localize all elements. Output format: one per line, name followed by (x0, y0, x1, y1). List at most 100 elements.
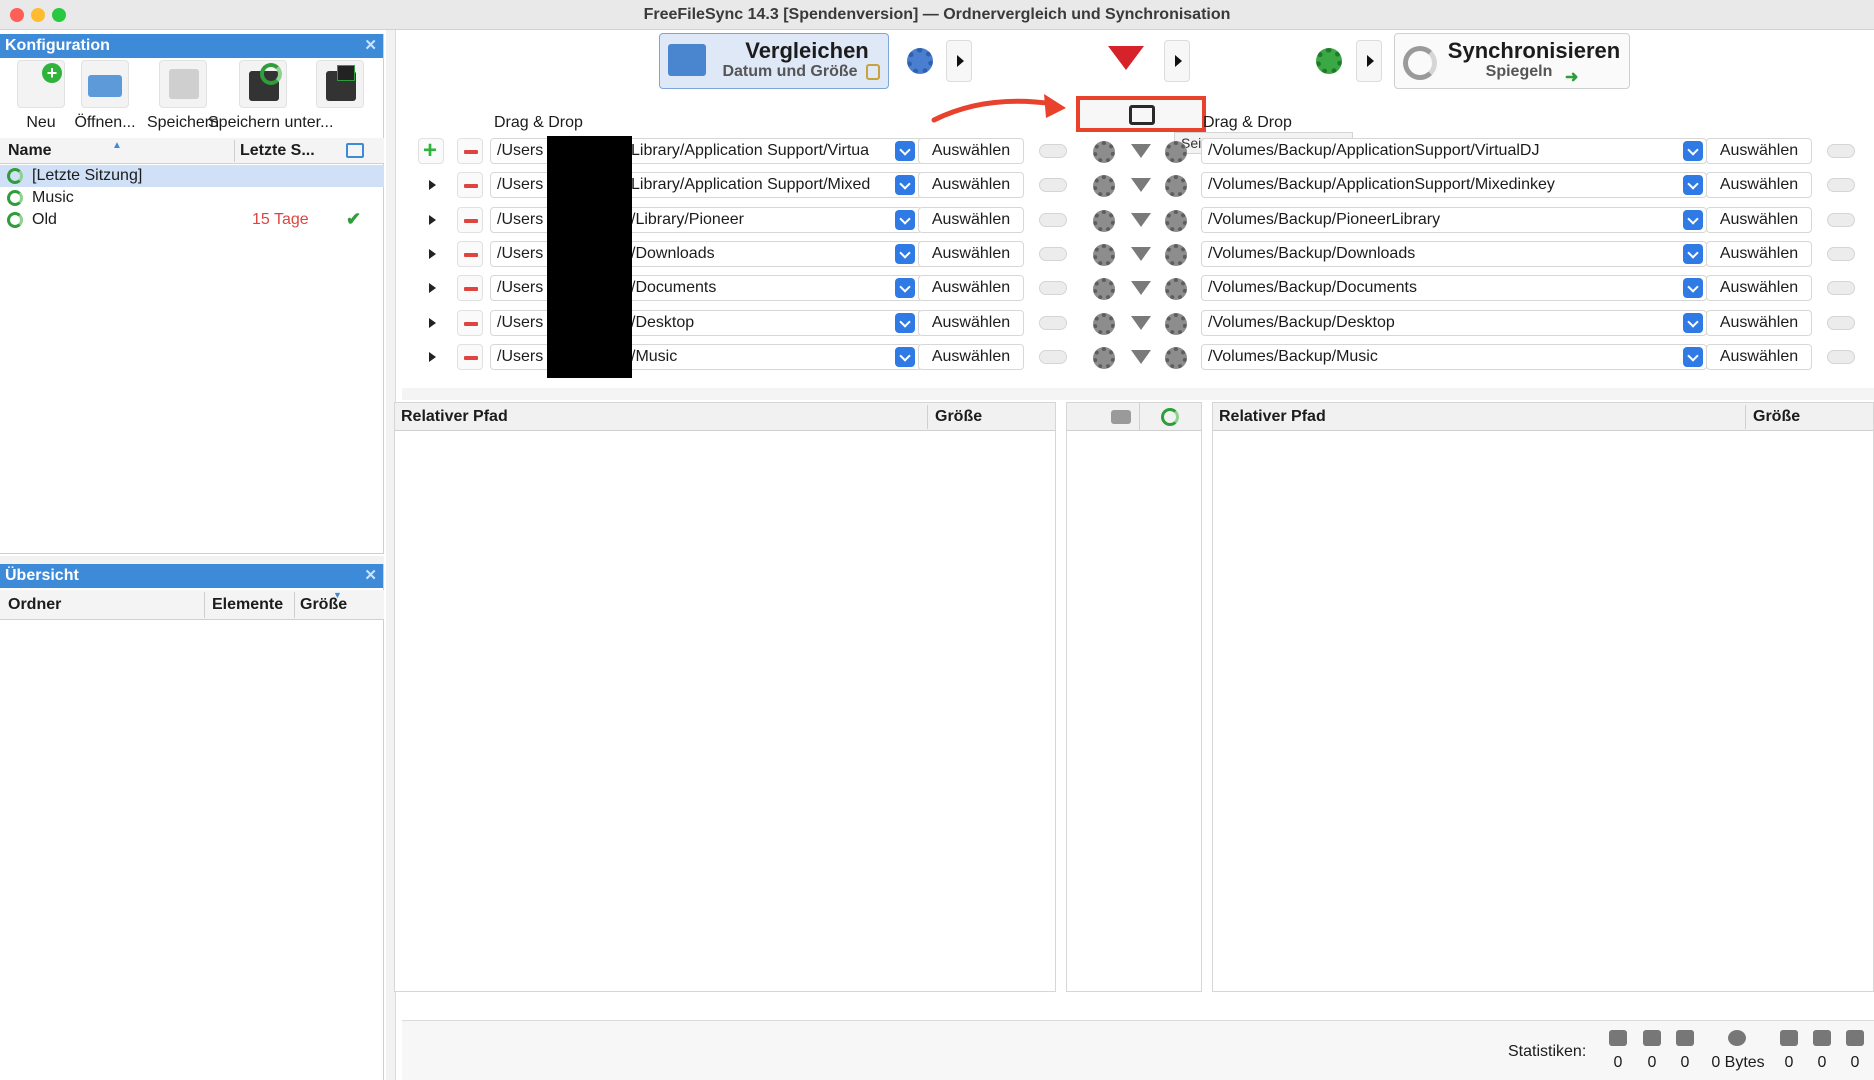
filter-funnel-icon[interactable] (1131, 281, 1151, 295)
left-size-header[interactable]: Größe (935, 408, 982, 426)
right-folder-path-input[interactable]: /Volumes/Backup/ApplicationSupport/Mixed… (1201, 172, 1707, 198)
expand-row-icon[interactable] (429, 180, 436, 190)
left-choose-folder-button[interactable]: Auswählen (918, 138, 1024, 164)
config-item[interactable]: [Letzte Sitzung] (0, 165, 384, 187)
compare-config-gear-icon[interactable] (1093, 244, 1115, 266)
right-cloud-icon[interactable] (1827, 281, 1855, 295)
left-path-history-dropdown[interactable] (895, 313, 915, 333)
right-path-history-dropdown[interactable] (1683, 141, 1703, 161)
right-size-header[interactable]: Größe (1753, 408, 1800, 426)
right-path-history-dropdown[interactable] (1683, 347, 1703, 367)
sync-config-gear-icon[interactable] (1165, 278, 1187, 300)
left-relative-path-header[interactable]: Relativer Pfad (401, 408, 508, 426)
remove-folder-pair-button[interactable] (457, 138, 483, 164)
remove-folder-pair-button[interactable] (457, 275, 483, 301)
name-column-header[interactable]: Name (8, 142, 52, 160)
sync-config-gear-icon[interactable] (1165, 141, 1187, 163)
right-choose-folder-button[interactable]: Auswählen (1706, 310, 1812, 336)
right-path-history-dropdown[interactable] (1683, 244, 1703, 264)
filter-options-dropdown[interactable] (1164, 40, 1190, 82)
right-choose-folder-button[interactable]: Auswählen (1706, 344, 1812, 370)
compare-button[interactable]: Vergleichen Datum und Größe (659, 33, 889, 89)
folder-column-header[interactable]: Ordner (8, 596, 61, 614)
right-choose-folder-button[interactable]: Auswählen (1706, 275, 1812, 301)
filter-funnel-icon[interactable] (1131, 144, 1151, 158)
left-cloud-icon[interactable] (1039, 247, 1067, 261)
expand-row-icon[interactable] (429, 318, 436, 328)
sync-config-gear-icon[interactable] (1165, 210, 1187, 232)
right-choose-folder-button[interactable]: Auswählen (1706, 241, 1812, 267)
pairs-grid-splitter[interactable] (402, 388, 1874, 400)
column-settings-icon[interactable] (346, 143, 364, 158)
right-cloud-icon[interactable] (1827, 144, 1855, 158)
remove-folder-pair-button[interactable] (457, 172, 483, 198)
right-path-history-dropdown[interactable] (1683, 278, 1703, 298)
right-path-history-dropdown[interactable] (1683, 313, 1703, 333)
camera-icon[interactable] (1111, 410, 1131, 424)
right-folder-path-input[interactable]: /Volumes/Backup/ApplicationSupport/Virtu… (1201, 138, 1707, 164)
left-cloud-icon[interactable] (1039, 144, 1067, 158)
left-file-grid[interactable]: Relativer Pfad Größe (394, 402, 1056, 992)
left-cloud-icon[interactable] (1039, 178, 1067, 192)
left-choose-folder-button[interactable]: Auswählen (918, 241, 1024, 267)
items-column-header[interactable]: Elemente (212, 596, 283, 614)
right-path-history-dropdown[interactable] (1683, 175, 1703, 195)
compare-config-gear-icon[interactable] (1093, 175, 1115, 197)
right-file-grid[interactable]: Relativer Pfad Größe (1212, 402, 1874, 992)
expand-row-icon[interactable] (429, 352, 436, 362)
left-cloud-icon[interactable] (1039, 213, 1067, 227)
filter-funnel-icon[interactable] (1131, 178, 1151, 192)
save-batch-config-button[interactable] (306, 60, 374, 114)
right-choose-folder-button[interactable]: Auswählen (1706, 138, 1812, 164)
right-folder-path-input[interactable]: /Volumes/Backup/Documents (1201, 275, 1707, 301)
remove-folder-pair-button[interactable] (457, 241, 483, 267)
expand-row-icon[interactable] (429, 215, 436, 225)
right-folder-path-input[interactable]: /Volumes/Backup/Desktop (1201, 310, 1707, 336)
compare-config-gear-icon[interactable] (1093, 313, 1115, 335)
left-cloud-icon[interactable] (1039, 350, 1067, 364)
new-config-button[interactable]: + Neu (8, 60, 74, 132)
remove-folder-pair-button[interactable] (457, 310, 483, 336)
expand-row-icon[interactable] (429, 249, 436, 259)
right-folder-path-input[interactable]: /Volumes/Backup/Downloads (1201, 241, 1707, 267)
right-cloud-icon[interactable] (1827, 178, 1855, 192)
compare-config-gear-icon[interactable] (1093, 278, 1115, 300)
right-folder-path-input[interactable]: /Volumes/Backup/Music (1201, 344, 1707, 370)
right-cloud-icon[interactable] (1827, 247, 1855, 261)
left-choose-folder-button[interactable]: Auswählen (918, 172, 1024, 198)
swap-sides-button[interactable] (1076, 96, 1206, 132)
right-cloud-icon[interactable] (1827, 350, 1855, 364)
filter-funnel-icon[interactable] (1108, 46, 1144, 70)
right-path-history-dropdown[interactable] (1683, 210, 1703, 230)
left-path-history-dropdown[interactable] (895, 175, 915, 195)
panel-splitter[interactable] (0, 556, 384, 564)
compare-config-gear-icon[interactable] (1093, 141, 1115, 163)
compare-options-dropdown[interactable] (946, 40, 972, 82)
right-relative-path-header[interactable]: Relativer Pfad (1219, 408, 1326, 426)
synchronize-button[interactable]: Synchronisieren Spiegeln ➜ (1394, 33, 1630, 89)
filter-funnel-icon[interactable] (1131, 316, 1151, 330)
compare-settings-gear-icon[interactable] (907, 48, 933, 74)
left-path-history-dropdown[interactable] (895, 244, 915, 264)
sync-config-gear-icon[interactable] (1165, 244, 1187, 266)
sync-config-gear-icon[interactable] (1165, 175, 1187, 197)
close-icon[interactable]: ✕ (364, 36, 377, 54)
filter-funnel-icon[interactable] (1131, 350, 1151, 364)
remove-folder-pair-button[interactable] (457, 207, 483, 233)
left-cloud-icon[interactable] (1039, 316, 1067, 330)
left-path-history-dropdown[interactable] (895, 141, 915, 161)
left-path-history-dropdown[interactable] (895, 210, 915, 230)
sync-config-gear-icon[interactable] (1165, 347, 1187, 369)
left-cloud-icon[interactable] (1039, 281, 1067, 295)
sync-settings-gear-icon[interactable] (1316, 48, 1342, 74)
sync-action-icon[interactable] (1161, 408, 1179, 426)
save-sync-config-button[interactable]: Speichern unter... (208, 60, 333, 132)
right-choose-folder-button[interactable]: Auswählen (1706, 207, 1812, 233)
add-folder-pair-button[interactable]: + (418, 137, 444, 164)
filter-funnel-icon[interactable] (1131, 247, 1151, 261)
compare-config-gear-icon[interactable] (1093, 210, 1115, 232)
open-config-button[interactable]: Öffnen... (70, 60, 140, 132)
last-sync-column-header[interactable]: Letzte S... (240, 142, 315, 160)
left-path-history-dropdown[interactable] (895, 278, 915, 298)
sync-options-dropdown[interactable] (1356, 40, 1382, 82)
